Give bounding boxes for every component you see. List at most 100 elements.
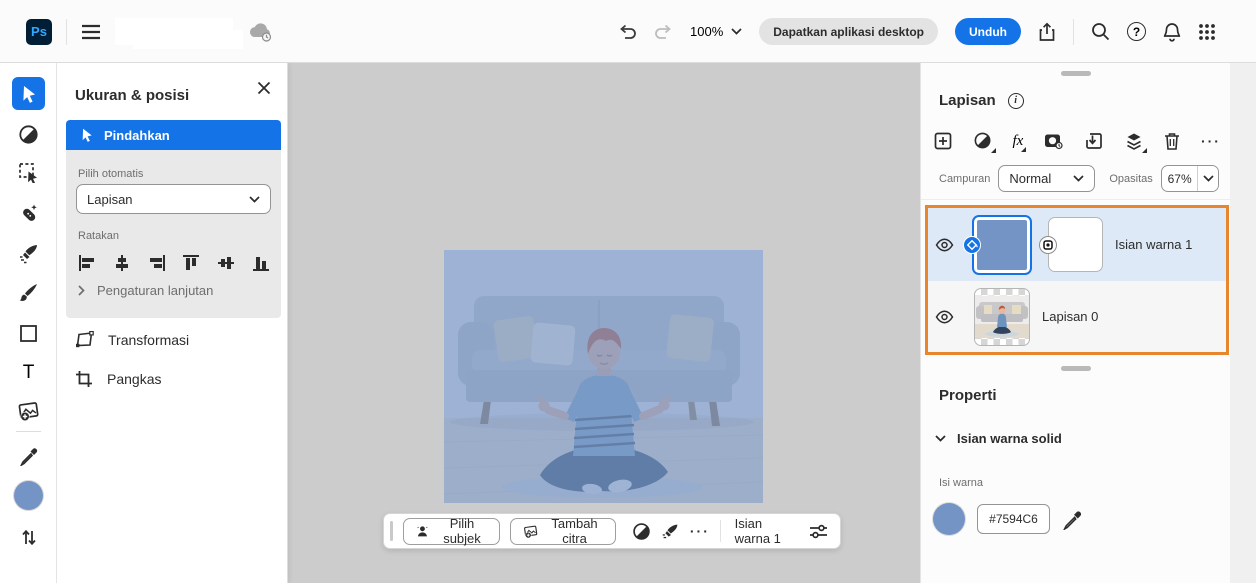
top-bar: Ps 100% Dapatkan aplikasi desktop Unduh … [0,0,1256,63]
close-icon[interactable] [253,77,275,99]
selection-tool-icon[interactable] [12,156,45,189]
fill-layer-thumbnail[interactable] [963,214,1032,275]
auto-select-dropdown[interactable]: Lapisan [76,184,271,214]
layers-panel-title: Lapisan [939,92,996,109]
new-layer-icon[interactable] [933,131,953,151]
help-icon[interactable]: ? [1127,22,1146,41]
remove-background-icon[interactable] [661,522,680,541]
document-artboard[interactable] [444,250,763,503]
panel-drag-handle[interactable] [1061,71,1091,76]
visibility-eye-icon[interactable] [935,237,954,253]
group-layers-icon[interactable] [1124,131,1147,153]
divider [16,431,41,432]
image-layer-thumbnail[interactable] [974,287,1030,346]
right-gutter [1230,63,1256,583]
photoshop-logo: Ps [26,18,52,45]
align-label: Ratakan [78,230,119,242]
foreground-color-swatch[interactable] [14,481,43,510]
align-top-icon[interactable] [182,254,200,272]
align-right-icon[interactable] [148,254,166,272]
layer-name[interactable]: Isian warna 1 [1115,237,1192,252]
layer-mask-thumbnail[interactable] [1039,217,1103,272]
solid-fill-section-toggle[interactable]: Isian warna solid [935,431,1062,446]
tool-options-panel: Ukuran & posisi Pindahkan Pilih otomatis… [57,63,288,583]
eyedropper-tool-icon[interactable] [12,439,45,472]
notifications-bell-icon[interactable] [1163,22,1181,42]
search-icon[interactable] [1091,22,1110,41]
layer-row-image[interactable]: Lapisan 0 [928,281,1226,352]
align-middle-vertical-icon[interactable] [217,254,235,272]
opacity-value[interactable]: 67% [1162,166,1198,191]
chevron-down-icon [731,28,742,35]
adjust-tool-icon[interactable] [12,118,45,151]
blend-mode-label: Campuran [939,172,991,185]
add-image-tool-icon[interactable] [12,394,45,427]
hamburger-menu-icon[interactable] [81,24,101,40]
apps-grid-icon[interactable] [1198,23,1216,41]
layer-effects-icon[interactable]: fx [1012,133,1027,152]
delete-layer-icon[interactable] [1163,131,1181,151]
canvas-area[interactable] [288,63,920,583]
layers-more-icon[interactable]: ··· [1201,133,1221,149]
align-bottom-icon[interactable] [252,254,270,272]
add-image-icon [524,525,538,538]
download-button[interactable]: Unduh [955,18,1021,45]
align-left-icon[interactable] [78,254,96,272]
fill-hex-input[interactable] [977,504,1050,534]
opacity-label: Opasitas [1109,172,1153,185]
healing-tool-icon[interactable] [12,196,45,229]
select-subject-button[interactable]: Pilih subjek [403,516,500,546]
shape-tool-icon[interactable] [12,317,45,350]
layer-name[interactable]: Lapisan 0 [1042,309,1098,324]
active-layer-label: Isian warna 1 [734,516,781,546]
divider [1073,18,1074,45]
add-image-button[interactable]: Tambah citra [509,516,616,546]
panel-title: Ukuran & posisi [75,87,190,104]
share-icon[interactable] [1038,22,1056,42]
transform-item[interactable]: Transformasi [75,331,189,348]
blend-mode-dropdown[interactable]: Normal [998,165,1096,192]
color-fill-overlay [444,250,763,503]
type-tool-icon[interactable]: T [12,356,45,389]
layers-properties-panel: Lapisan i fx ··· Campuran Normal Opasita… [920,63,1231,583]
panel-drag-handle[interactable] [1061,366,1091,371]
get-desktop-app-button[interactable]: Dapatkan aplikasi desktop [759,18,938,45]
move-tool-icon[interactable] [12,77,45,110]
import-layer-icon[interactable] [1084,131,1104,151]
crop-item[interactable]: Pangkas [75,370,161,388]
fill-color-label: Isi warna [939,477,984,489]
remove-tool-icon[interactable] [12,236,45,269]
brush-tool-icon[interactable] [12,276,45,309]
chevron-right-icon [78,285,85,296]
info-icon[interactable]: i [1007,92,1024,109]
cursor-arrow-icon [82,128,92,142]
opacity-control: 67% [1160,165,1219,192]
zoom-level-control[interactable]: 100% [690,24,742,39]
divider [66,18,67,45]
undo-icon[interactable] [618,24,637,40]
advanced-settings-toggle[interactable]: Pengaturan lanjutan [78,283,213,298]
layer-mask-icon[interactable] [1043,131,1064,151]
opacity-dropdown-chevron-icon[interactable] [1197,166,1218,191]
adjustments-icon[interactable] [632,522,651,541]
move-mode-button[interactable]: Pindahkan [66,120,281,150]
more-options-icon[interactable]: ··· [690,523,710,539]
layers-list-highlight: Isian warna 1 Lapisan 0 [925,205,1229,355]
redo-icon[interactable] [654,24,673,40]
eyedropper-icon[interactable] [1062,509,1083,530]
align-buttons [78,254,270,272]
visibility-eye-icon[interactable] [935,309,954,325]
chevron-down-icon [1073,175,1084,182]
crop-icon [76,371,92,387]
align-center-horizontal-icon[interactable] [113,254,131,272]
swap-colors-icon[interactable] [12,521,45,554]
auto-select-label: Pilih otomatis [78,168,144,180]
taskbar-drag-handle[interactable] [390,521,394,541]
layer-row-fill[interactable]: Isian warna 1 [928,208,1226,281]
adjustment-layer-icon[interactable] [973,131,996,153]
mask-badge-icon [1039,236,1057,254]
taskbar-settings-sliders-icon[interactable] [809,523,828,540]
divider [921,199,1231,200]
fill-color-swatch[interactable] [933,503,965,535]
document-title-redacted [115,18,233,45]
